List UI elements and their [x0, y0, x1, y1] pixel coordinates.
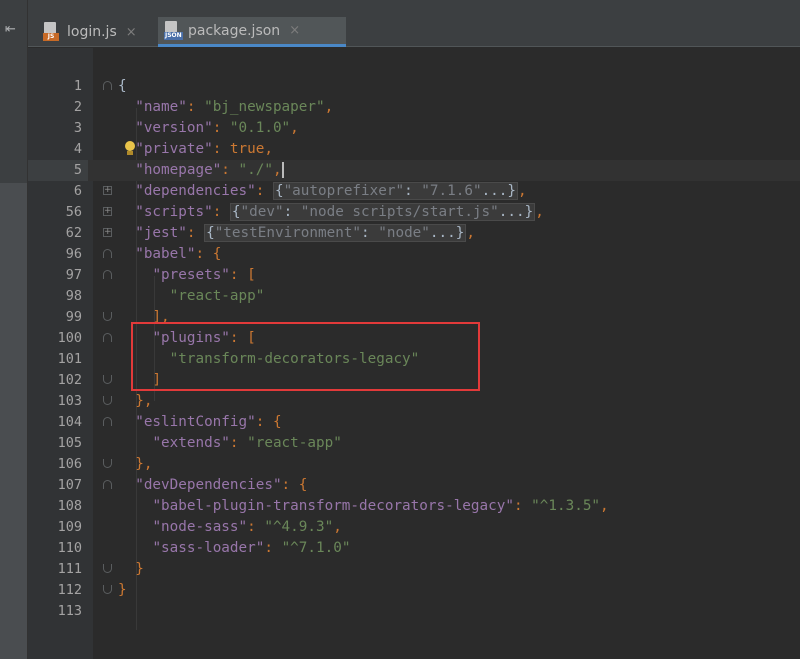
code-line[interactable]: 107 "devDependencies": {: [28, 475, 800, 496]
fold-marker-icon[interactable]: [103, 249, 112, 258]
code-line[interactable]: 111 }: [28, 559, 800, 580]
line-number: 108: [57, 498, 82, 514]
expand-fold-icon[interactable]: +: [103, 186, 112, 195]
line-number: 5: [28, 160, 88, 181]
line-number: 98: [65, 288, 82, 304]
line-number: 106: [57, 456, 82, 472]
tab-label: login.js: [67, 24, 117, 40]
expand-fold-icon[interactable]: +: [103, 228, 112, 237]
code-line[interactable]: 62 + "jest": {"testEnvironment": "node".…: [28, 223, 800, 244]
collapse-panel-icon[interactable]: ⇤: [5, 22, 23, 38]
line-number: 3: [73, 120, 82, 136]
fold-marker-icon[interactable]: [103, 270, 112, 279]
code-line[interactable]: 112 }: [28, 580, 800, 601]
code-line[interactable]: 105 "extends": "react-app": [28, 433, 800, 454]
code-line[interactable]: 6 + "dependencies": {"autoprefixer": "7.…: [28, 181, 800, 202]
fold-marker-icon[interactable]: [103, 81, 112, 90]
fold-marker-icon[interactable]: [103, 417, 112, 426]
line-number: 112: [57, 582, 82, 598]
line-number: 113: [57, 603, 82, 619]
code-line-current[interactable]: 5 "homepage": "./",: [28, 160, 800, 181]
line-number: 2: [73, 99, 82, 115]
fold-marker-icon[interactable]: [103, 375, 112, 384]
code-line[interactable]: 109 "node-sass": "^4.9.3",: [28, 517, 800, 538]
line-number: 96: [65, 246, 82, 262]
fold-marker-icon[interactable]: [103, 333, 112, 342]
code-line[interactable]: 1 {: [28, 76, 800, 97]
close-tab-icon[interactable]: ×: [126, 25, 137, 40]
folded-region[interactable]: {"testEnvironment": "node"...}: [204, 224, 467, 242]
code-line[interactable]: 3 "version": "0.1.0",: [28, 118, 800, 139]
close-tab-icon[interactable]: ×: [289, 23, 300, 38]
code-line[interactable]: 2 "name": "bj_newspaper",: [28, 97, 800, 118]
line-number: 111: [57, 561, 82, 577]
fold-marker-icon[interactable]: [103, 480, 112, 489]
code-editor[interactable]: 1 { 2 "name": "bj_newspaper", 3 "version…: [28, 48, 800, 659]
line-number: 62: [65, 225, 82, 241]
line-number: 107: [57, 477, 82, 493]
json-file-icon: JSON: [164, 20, 183, 41]
line-number: 103: [57, 393, 82, 409]
fold-marker-icon[interactable]: [103, 585, 112, 594]
tool-strip-panel: [0, 183, 27, 659]
line-number: 102: [57, 372, 82, 388]
tool-strip: ⇤: [0, 0, 28, 659]
folded-region[interactable]: {"dev": "node scripts/start.js"...}: [229, 203, 536, 221]
code-line[interactable]: 113: [28, 601, 800, 622]
code-line[interactable]: 98 "react-app": [28, 286, 800, 307]
code-line[interactable]: 104 "eslintConfig": {: [28, 412, 800, 433]
js-file-icon: JS: [43, 22, 59, 42]
fold-marker-icon[interactable]: [103, 312, 112, 321]
code-line[interactable]: 108 "babel-plugin-transform-decorators-l…: [28, 496, 800, 517]
line-number: 4: [73, 141, 82, 157]
line-number: 110: [57, 540, 82, 556]
fold-marker-icon[interactable]: [103, 564, 112, 573]
code-line[interactable]: 4 "private": true,: [28, 139, 800, 160]
line-number: 104: [57, 414, 82, 430]
line-number: 6: [73, 183, 82, 199]
code-line[interactable]: 103 },: [28, 391, 800, 412]
tab-package-json[interactable]: JSON package.json ×: [158, 17, 346, 47]
tab-login-js[interactable]: JS login.js ×: [37, 17, 159, 47]
folded-region[interactable]: {"autoprefixer": "7.1.6"...}: [272, 182, 518, 200]
text-caret: [281, 162, 284, 178]
line-number: 100: [57, 330, 82, 346]
code-line[interactable]: 106 },: [28, 454, 800, 475]
code-line[interactable]: 96 "babel": {: [28, 244, 800, 265]
code-line[interactable]: 97 "presets": [: [28, 265, 800, 286]
line-number: 97: [65, 267, 82, 283]
fold-marker-icon[interactable]: [103, 396, 112, 405]
code-line[interactable]: 56 + "scripts": {"dev": "node scripts/st…: [28, 202, 800, 223]
annotation-highlight-box: [131, 322, 480, 391]
editor-tab-bar: JS login.js × JSON package.json ×: [28, 0, 800, 47]
line-number: 56: [65, 204, 82, 220]
code-line[interactable]: 110 "sass-loader": "^7.1.0": [28, 538, 800, 559]
line-number: 109: [57, 519, 82, 535]
tab-label: package.json: [188, 22, 281, 39]
line-number: 105: [57, 435, 82, 451]
line-number: 101: [57, 351, 82, 367]
line-number: 1: [73, 78, 82, 94]
fold-marker-icon[interactable]: [103, 459, 112, 468]
expand-fold-icon[interactable]: +: [103, 207, 112, 216]
line-number: 99: [65, 309, 82, 325]
